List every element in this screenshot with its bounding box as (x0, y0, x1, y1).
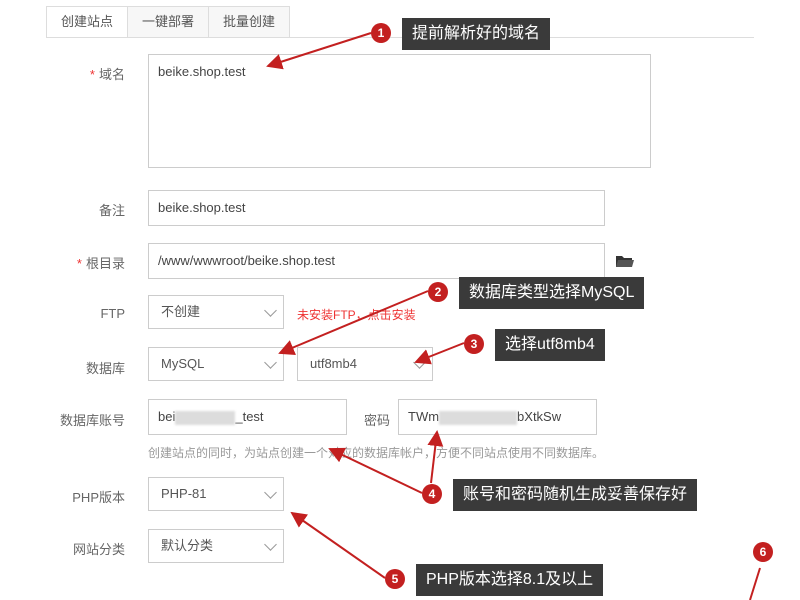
annotation-callout-5: PHP版本选择8.1及以上 (416, 564, 604, 596)
arrow-2 (278, 290, 429, 355)
arrow-1 (266, 32, 372, 70)
annotation-callout-1: 提前解析好的域名 (402, 18, 551, 50)
annotation-callout-4: 账号和密码随机生成妥善保存好 (453, 479, 698, 511)
arrow-4a (328, 447, 423, 494)
annotation-callout-3: 选择utf8mb4 (495, 329, 605, 361)
arrow-5 (290, 511, 386, 579)
annotation-number-1: 1 (371, 23, 391, 43)
annotation-number-2: 2 (428, 282, 448, 302)
annotation-number-5: 5 (385, 569, 405, 589)
arrow-4b (427, 430, 444, 484)
annotation-callout-2: 数据库类型选择MySQL (459, 277, 645, 309)
annotation-number-4: 4 (422, 484, 442, 504)
arrow-6 (749, 567, 761, 600)
annotation-number-6: 6 (753, 542, 773, 562)
arrow-3 (414, 342, 465, 365)
annotation-number-3: 3 (464, 334, 484, 354)
